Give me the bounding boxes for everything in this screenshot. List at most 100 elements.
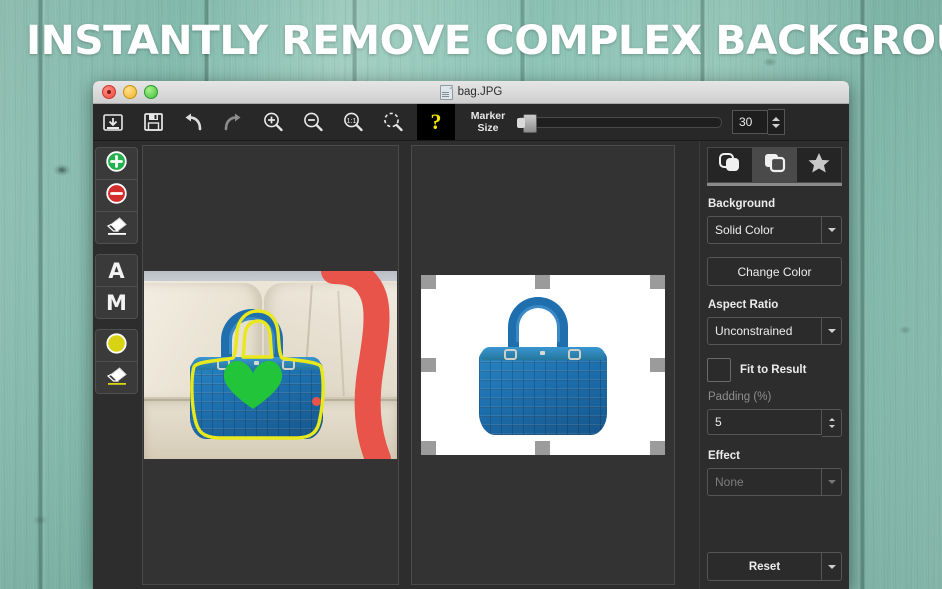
fit-to-result-checkbox[interactable] <box>707 358 731 382</box>
help-button[interactable]: ? <box>417 104 455 140</box>
crop-handle-bottom-right[interactable] <box>650 441 665 455</box>
marker-size-value[interactable]: 30 <box>732 110 768 134</box>
effect-select[interactable]: None <box>707 468 842 496</box>
window-title: bag.JPG <box>457 86 503 98</box>
save-file-button[interactable] <box>133 104 173 140</box>
background-marker-tool[interactable] <box>96 180 137 212</box>
outline-marker-tool[interactable] <box>96 330 137 362</box>
effect-value: None <box>715 475 744 489</box>
handbag-result <box>479 297 607 437</box>
handbag-ring-left <box>504 349 517 360</box>
star-icon <box>806 151 832 180</box>
open-file-button[interactable] <box>93 104 133 140</box>
options-panel: Background Solid Color Change Color Aspe… <box>699 141 849 589</box>
toolbar: 1:1 ? Marker Size 30 <box>93 104 849 141</box>
redo-button[interactable] <box>213 104 253 140</box>
yellow-circle-icon <box>106 332 127 359</box>
reset-row: Reset <box>707 552 842 581</box>
title-group: bag.JPG <box>93 84 849 100</box>
handbag-ring-right <box>568 349 581 360</box>
zoom-fit-button[interactable] <box>373 104 413 140</box>
tab-background[interactable] <box>751 147 797 183</box>
close-button[interactable] <box>102 85 116 99</box>
crop-handle-top-center[interactable] <box>535 275 550 289</box>
reset-dropdown-arrow[interactable] <box>822 552 842 581</box>
app-window: bag.JPG 1:1 ? Marker Size 30 A M Backgro… <box>93 81 849 589</box>
crocodile-texture <box>479 349 607 435</box>
magnifier-minus-icon <box>302 111 324 133</box>
crop-handle-top-left[interactable] <box>421 275 436 289</box>
marker-eraser-tool[interactable] <box>96 212 137 243</box>
zoom-actual-size-button[interactable]: 1:1 <box>333 104 373 140</box>
magnifier-fit-icon <box>382 111 404 133</box>
manual-mode-tool[interactable]: M <box>96 287 137 318</box>
change-color-button[interactable]: Change Color <box>707 257 842 286</box>
marker-size-slider[interactable] <box>517 104 722 140</box>
crop-handle-middle-right[interactable] <box>650 358 665 372</box>
background-select-value: Solid Color <box>715 223 774 237</box>
chevron-down-icon <box>827 480 836 484</box>
document-icon <box>439 84 453 100</box>
crop-handle-top-right[interactable] <box>650 275 665 289</box>
undo-arrow-icon <box>181 112 205 132</box>
magnifier-plus-icon <box>262 111 284 133</box>
mode-tool-group: A M <box>95 254 138 319</box>
source-canvas-pane[interactable] <box>142 145 399 585</box>
source-image[interactable] <box>144 271 397 459</box>
aspect-ratio-select[interactable]: Unconstrained <box>707 317 842 345</box>
slider-track[interactable] <box>517 116 722 128</box>
floppy-save-icon <box>143 112 164 132</box>
letter-m-icon: M <box>106 290 127 315</box>
reset-button[interactable]: Reset <box>707 552 822 581</box>
marker-size-label-line1: Marker <box>470 110 506 122</box>
zoom-in-button[interactable] <box>253 104 293 140</box>
stepper-up-icon[interactable] <box>772 116 780 121</box>
outline-tool-group <box>95 329 138 394</box>
minimize-button[interactable] <box>123 85 137 99</box>
title-bar: bag.JPG <box>93 81 849 104</box>
effect-select-arrow[interactable] <box>821 469 841 495</box>
tool-palette: A M <box>93 141 140 589</box>
padding-value[interactable]: 5 <box>707 409 822 435</box>
letter-a-icon: A <box>108 258 125 283</box>
aspect-ratio-arrow[interactable] <box>821 318 841 344</box>
outline-eraser-tool[interactable] <box>96 362 137 393</box>
fit-to-result-label: Fit to Result <box>740 364 807 376</box>
slider-thumb[interactable] <box>517 114 537 133</box>
svg-text:1:1: 1:1 <box>347 118 357 125</box>
eraser-icon <box>105 215 129 241</box>
padding-stepper[interactable] <box>822 409 842 437</box>
question-mark-icon: ? <box>430 109 442 134</box>
tab-effects[interactable] <box>796 147 843 183</box>
aspect-ratio-label: Aspect Ratio <box>708 299 779 311</box>
auto-mode-tool[interactable]: A <box>96 255 137 287</box>
crop-handle-bottom-left[interactable] <box>421 441 436 455</box>
zoom-out-button[interactable] <box>293 104 333 140</box>
chevron-down-icon <box>827 564 836 569</box>
page-title: INSTANTLY REMOVE COMPLEX BACKGROUND <box>26 18 942 64</box>
handbag-body <box>479 349 607 435</box>
crop-handle-middle-left[interactable] <box>421 358 436 372</box>
result-canvas-pane[interactable] <box>411 145 675 585</box>
square-stack-icon <box>762 151 788 180</box>
background-select-arrow[interactable] <box>821 217 841 243</box>
crop-handle-bottom-center[interactable] <box>535 441 550 455</box>
padding-field-row[interactable]: 5 <box>707 409 842 437</box>
stepper-down-icon[interactable] <box>772 123 780 128</box>
maximize-button[interactable] <box>144 85 158 99</box>
marker-tool-group <box>95 147 138 244</box>
aspect-ratio-value: Unconstrained <box>715 324 793 338</box>
background-select[interactable]: Solid Color <box>707 216 842 244</box>
stepper-down-icon[interactable] <box>828 425 835 428</box>
background-marker-dot <box>312 397 321 406</box>
red-minus-icon <box>106 182 127 209</box>
tab-layers[interactable] <box>707 147 752 183</box>
marker-size-stepper[interactable] <box>768 109 785 135</box>
undo-button[interactable] <box>173 104 213 140</box>
redo-arrow-icon <box>221 112 245 132</box>
foreground-marker-tool[interactable] <box>96 148 137 180</box>
stepper-up-icon[interactable] <box>828 418 835 421</box>
fit-to-result-row[interactable]: Fit to Result <box>707 358 842 382</box>
result-image[interactable] <box>421 275 665 455</box>
marker-size-label-line2: Size <box>477 122 499 134</box>
